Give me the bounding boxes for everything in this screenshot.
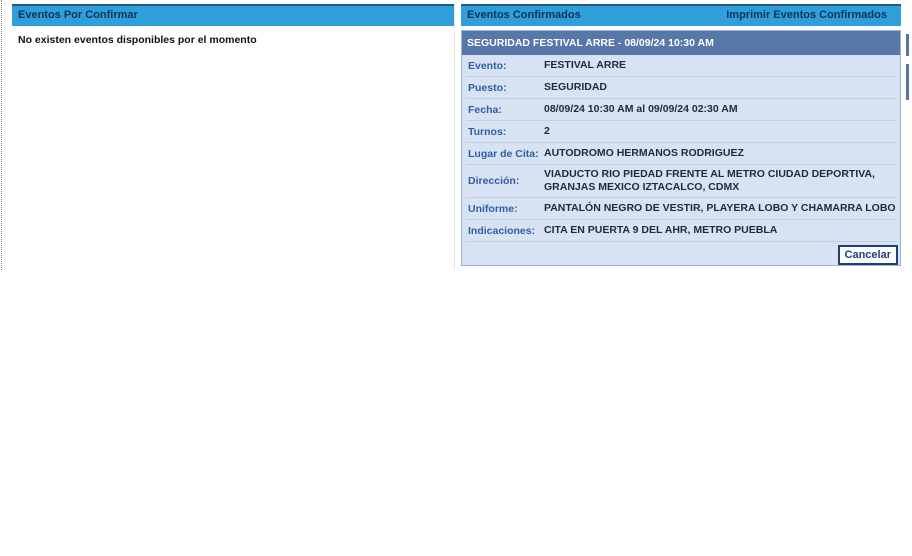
- event-details: Evento: FESTIVAL ARRE Puesto: SEGURIDAD …: [462, 55, 900, 242]
- event-card: SEGURIDAD FESTIVAL ARRE - 08/09/24 10:30…: [461, 30, 901, 266]
- confirmed-events-header: Eventos Confirmados Imprimir Eventos Con…: [461, 4, 901, 26]
- detail-label: Dirección:: [468, 175, 520, 187]
- event-card-actions: Cancelar: [462, 242, 900, 265]
- detail-row-fecha: Fecha: 08/09/24 10:30 AM al 09/09/24 02:…: [466, 99, 896, 121]
- cancel-event-button[interactable]: Cancelar: [837, 245, 898, 265]
- detail-label: Turnos:: [468, 125, 507, 138]
- left-dotted-border: [1, 0, 2, 270]
- detail-label: Fecha:: [468, 103, 502, 116]
- detail-label: Uniforme:: [468, 202, 518, 215]
- detail-row-lugar-de-cita: Lugar de Cita: AUTODROMO HERMANOS RODRIG…: [466, 143, 896, 165]
- detail-row-direccion: Dirección: VIADUCTO RIO PIEDAD FRENTE AL…: [466, 165, 896, 198]
- edge-mark: [906, 34, 909, 56]
- detail-value: VIADUCTO RIO PIEDAD FRENTE AL METRO CIUD…: [544, 168, 875, 193]
- detail-label: Indicaciones:: [468, 224, 536, 237]
- pending-events-panel: Eventos Por Confirmar No existen eventos…: [12, 4, 454, 270]
- detail-row-turnos: Turnos: 2: [466, 121, 896, 143]
- confirmed-events-panel: Eventos Confirmados Imprimir Eventos Con…: [461, 4, 901, 270]
- edge-mark: [906, 64, 909, 100]
- confirmed-events-title: Eventos Confirmados: [467, 9, 581, 21]
- detail-row-uniforme: Uniforme: PANTALÓN NEGRO DE VESTIR, PLAY…: [466, 198, 896, 220]
- print-confirmed-events-link[interactable]: Imprimir Eventos Confirmados: [726, 6, 887, 26]
- event-card-title: SEGURIDAD FESTIVAL ARRE - 08/09/24 10:30…: [462, 31, 900, 55]
- detail-row-indicaciones: Indicaciones: CITA EN PUERTA 9 DEL AHR, …: [466, 220, 896, 242]
- detail-label: Evento:: [468, 59, 507, 72]
- detail-label: Puesto:: [468, 81, 507, 94]
- detail-value: AUTODROMO HERMANOS RODRIGUEZ: [544, 147, 744, 159]
- detail-row-evento: Evento: FESTIVAL ARRE: [466, 55, 896, 77]
- right-edge-marks: [906, 34, 912, 108]
- pending-events-title: Eventos Por Confirmar: [18, 9, 138, 21]
- detail-label: Lugar de Cita:: [468, 147, 539, 160]
- detail-value: PANTALÓN NEGRO DE VESTIR, PLAYERA LOBO Y…: [544, 202, 896, 214]
- detail-row-puesto: Puesto: SEGURIDAD: [466, 77, 896, 99]
- detail-value: FESTIVAL ARRE: [544, 59, 627, 71]
- detail-value: SEGURIDAD: [544, 81, 608, 93]
- empty-events-message: No existen eventos disponibles por el mo…: [18, 34, 257, 46]
- detail-value: CITA EN PUERTA 9 DEL AHR, METRO PUEBLA: [544, 224, 778, 236]
- pending-events-header: Eventos Por Confirmar: [12, 4, 454, 26]
- detail-value: 2: [544, 125, 550, 137]
- detail-value: 08/09/24 10:30 AM al 09/09/24 02:30 AM: [544, 103, 738, 115]
- panel-divider: [454, 4, 455, 270]
